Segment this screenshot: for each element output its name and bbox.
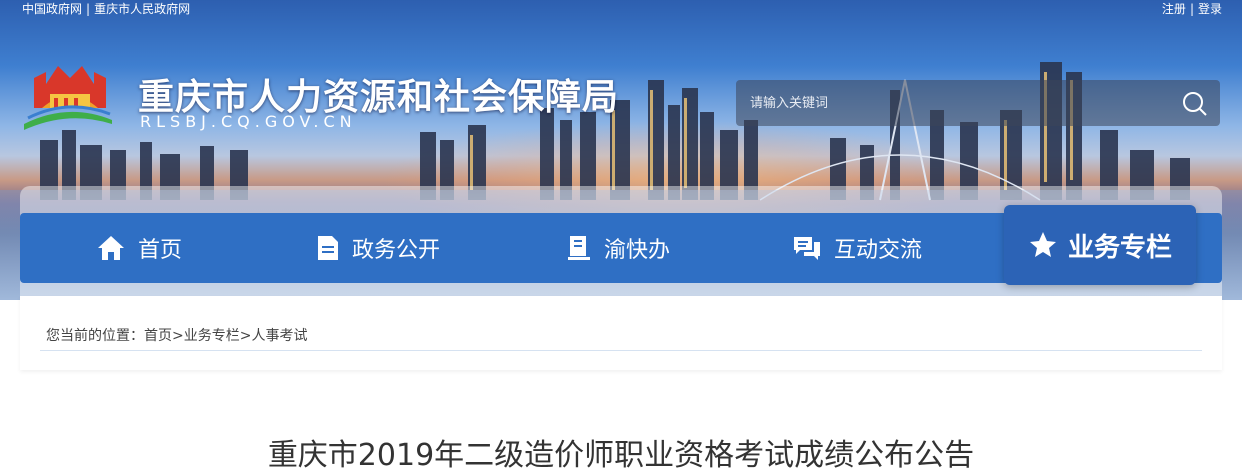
nav-item-interaction[interactable]: 互动交流 [792,213,922,283]
nav-item-label: 互动交流 [834,238,923,263]
breadcrumb-separator: > [172,328,184,344]
breadcrumb-home[interactable]: 首页 [144,328,172,344]
nav-item-label: 业务专栏 [1067,232,1172,263]
top-utility-bar: 中国政府网 | 重庆市人民政府网 注册 | 登录 [0,0,1242,16]
link-chongqing-gov[interactable]: 重庆市人民政府网 [94,2,190,16]
star-icon [1029,232,1056,257]
breadcrumb-prefix: 您当前的位置： [46,328,144,344]
chat-icon [794,237,820,260]
search-button[interactable] [1180,89,1210,117]
topbar-separator: | [1189,2,1194,16]
topbar-left-links: 中国政府网 | 重庆市人民政府网 [22,0,190,17]
breadcrumb-divider [40,350,1202,351]
search-input[interactable] [750,92,1160,114]
nav-item-gov-affairs[interactable]: 政务公开 [316,213,440,283]
nav-item-business-column[interactable]: 业务专栏 [1004,205,1196,285]
breadcrumb-business-column[interactable]: 业务专栏 [184,328,240,344]
login-link[interactable]: 登录 [1198,2,1222,16]
search-box [736,80,1220,126]
register-link[interactable]: 注册 [1162,2,1186,16]
site-domain: RLSBJ.CQ.GOV.CN [140,112,357,131]
emblem-icon [24,66,112,130]
topbar-right-links: 注册 | 登录 [1162,0,1222,17]
breadcrumb-separator: > [239,328,252,344]
search-icon [1183,92,1207,116]
document-icon [318,236,338,260]
breadcrumb-personnel-exam[interactable]: 人事考试 [251,328,307,344]
link-china-gov[interactable]: 中国政府网 [22,2,82,16]
nav-item-label: 渝快办 [604,238,671,263]
article-title: 重庆市2019年二级造价师职业资格考试成绩公布公告 [267,438,975,473]
nav-item-yukuaiban[interactable]: 渝快办 [566,213,670,283]
book-icon [568,236,590,260]
nav-item-label: 首页 [138,238,183,263]
home-icon [98,236,124,260]
breadcrumb: 您当前的位置：首页>业务专栏>人事考试 [46,325,307,345]
nav-item-label: 政务公开 [352,238,441,263]
topbar-separator: | [86,2,91,16]
nav-item-home[interactable]: 首页 [96,213,182,283]
site-logo[interactable] [20,58,116,138]
